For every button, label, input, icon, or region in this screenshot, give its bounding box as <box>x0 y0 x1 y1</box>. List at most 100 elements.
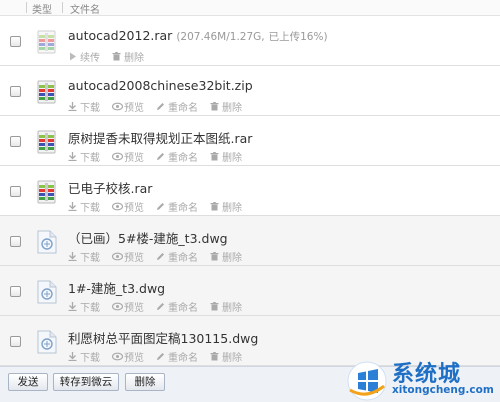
row-actions: 下载 预览 重命名 删除 <box>68 199 242 214</box>
action-label: 预览 <box>124 353 144 364</box>
row-checkbox[interactable] <box>10 136 21 147</box>
trash-icon <box>210 202 219 211</box>
play-icon <box>68 52 77 61</box>
delete-action[interactable]: 删除 <box>112 49 144 64</box>
eye-icon <box>111 352 124 361</box>
delete-action[interactable]: 删除 <box>210 249 242 264</box>
send-button[interactable]: 发送 <box>8 373 48 391</box>
preview-action[interactable]: 预览 <box>111 249 144 264</box>
row-actions: 下载 预览 重命名 删除 <box>68 149 242 164</box>
row-checkbox[interactable] <box>10 186 21 197</box>
pencil-icon <box>156 352 165 361</box>
file-name-text[interactable]: autocad2012.rar <box>68 28 172 43</box>
archive-file-icon <box>36 129 58 155</box>
upload-size: (207.46M/1.27G, <box>176 31 265 43</box>
action-label: 下载 <box>80 103 100 114</box>
row-checkbox[interactable] <box>10 86 21 97</box>
action-label: 删除 <box>222 103 242 114</box>
header-divider <box>62 2 63 13</box>
download-icon <box>68 152 77 162</box>
column-filename[interactable]: 文件名 <box>70 1 100 16</box>
action-label: 预览 <box>124 103 144 114</box>
file-name[interactable]: 原树提香未取得规划正本图纸.rar <box>68 128 252 147</box>
row-actions: 下载 预览 重命名 删除 <box>68 99 242 114</box>
file-name[interactable]: 1#-建施_t3.dwg <box>68 278 165 297</box>
trash-icon <box>210 102 219 111</box>
download-action[interactable]: 下载 <box>68 199 100 214</box>
action-label: 删除 <box>222 153 242 164</box>
delete-action[interactable]: 删除 <box>210 349 242 364</box>
download-action[interactable]: 下载 <box>68 99 100 114</box>
action-label: 预览 <box>124 303 144 314</box>
eye-icon <box>111 252 124 261</box>
delete-button[interactable]: 删除 <box>125 373 165 391</box>
save-to-weiyun-button[interactable]: 转存到微云 <box>53 373 119 391</box>
file-row[interactable]: autocad2012.rar (207.46M/1.27G, 已上传16%) 续传 删… <box>0 16 500 66</box>
upload-progress: 已上传16%) <box>268 31 328 43</box>
action-label: 重命名 <box>168 153 198 164</box>
row-checkbox[interactable] <box>10 286 21 297</box>
watermark-logo: 系统城 xitongcheng.com <box>344 356 500 402</box>
file-row[interactable]: autocad2008chinese32bit.zip 下载 预览 重命名 删除 <box>0 66 500 116</box>
file-name-text[interactable]: 已电子校核.rar <box>68 181 152 196</box>
file-row[interactable]: （已画）5#楼-建施_t3.dwg 下载 预览 重命名 删除 <box>0 216 500 266</box>
column-type[interactable]: 类型 <box>32 1 52 16</box>
file-name-text[interactable]: 原树提香未取得规划正本图纸.rar <box>68 131 252 146</box>
pencil-icon <box>156 302 165 311</box>
row-checkbox[interactable] <box>10 36 21 47</box>
preview-action[interactable]: 预览 <box>111 299 144 314</box>
action-label: 删除 <box>124 53 144 64</box>
eye-icon <box>111 152 124 161</box>
download-action[interactable]: 下载 <box>68 349 100 364</box>
rename-action[interactable]: 重命名 <box>156 99 198 114</box>
download-icon <box>68 102 77 112</box>
action-label: 重命名 <box>168 253 198 264</box>
watermark-url: xitongcheng.com <box>392 384 494 396</box>
pencil-icon <box>156 252 165 261</box>
rename-action[interactable]: 重命名 <box>156 249 198 264</box>
row-actions: 下载 预览 重命名 删除 <box>68 299 242 314</box>
download-action[interactable]: 下载 <box>68 249 100 264</box>
file-name-text[interactable]: autocad2008chinese32bit.zip <box>68 78 253 93</box>
file-name-text[interactable]: 1#-建施_t3.dwg <box>68 281 165 296</box>
file-row[interactable]: 已电子校核.rar 下载 预览 重命名 删除 <box>0 166 500 216</box>
action-label: 重命名 <box>168 203 198 214</box>
archive-file-icon <box>36 29 58 55</box>
action-label: 预览 <box>124 253 144 264</box>
download-action[interactable]: 下载 <box>68 299 100 314</box>
dwg-file-icon <box>36 279 58 305</box>
action-label: 删除 <box>222 203 242 214</box>
rename-action[interactable]: 重命名 <box>156 149 198 164</box>
file-name[interactable]: autocad2012.rar (207.46M/1.27G, 已上传16%) <box>68 28 328 44</box>
file-name-text[interactable]: 利愿树总平面图定稿130115.dwg <box>68 331 258 346</box>
row-checkbox[interactable] <box>10 236 21 247</box>
preview-action[interactable]: 预览 <box>111 99 144 114</box>
action-label: 删除 <box>222 303 242 314</box>
file-row[interactable]: 1#-建施_t3.dwg 下载 预览 重命名 删除 <box>0 266 500 316</box>
preview-action[interactable]: 预览 <box>111 149 144 164</box>
file-row[interactable]: 原树提香未取得规划正本图纸.rar 下载 预览 重命名 删除 <box>0 116 500 166</box>
action-label: 删除 <box>222 253 242 264</box>
delete-action[interactable]: 删除 <box>210 99 242 114</box>
file-name[interactable]: （已画）5#楼-建施_t3.dwg <box>68 228 228 247</box>
download-icon <box>68 302 77 312</box>
preview-action[interactable]: 预览 <box>111 349 144 364</box>
delete-action[interactable]: 删除 <box>210 199 242 214</box>
rename-action[interactable]: 重命名 <box>156 199 198 214</box>
file-name-text[interactable]: （已画）5#楼-建施_t3.dwg <box>68 231 228 246</box>
action-label: 重命名 <box>168 353 198 364</box>
download-action[interactable]: 下载 <box>68 149 100 164</box>
rename-action[interactable]: 重命名 <box>156 299 198 314</box>
file-name[interactable]: 利愿树总平面图定稿130115.dwg <box>68 328 258 347</box>
resume-action[interactable]: 续传 <box>68 49 100 64</box>
preview-action[interactable]: 预览 <box>111 199 144 214</box>
rename-action[interactable]: 重命名 <box>156 349 198 364</box>
file-name[interactable]: autocad2008chinese32bit.zip <box>68 78 253 93</box>
trash-icon <box>210 152 219 161</box>
delete-action[interactable]: 删除 <box>210 149 242 164</box>
action-label: 预览 <box>124 153 144 164</box>
row-checkbox[interactable] <box>10 336 21 347</box>
download-icon <box>68 202 77 212</box>
file-name[interactable]: 已电子校核.rar <box>68 178 152 197</box>
delete-action[interactable]: 删除 <box>210 299 242 314</box>
